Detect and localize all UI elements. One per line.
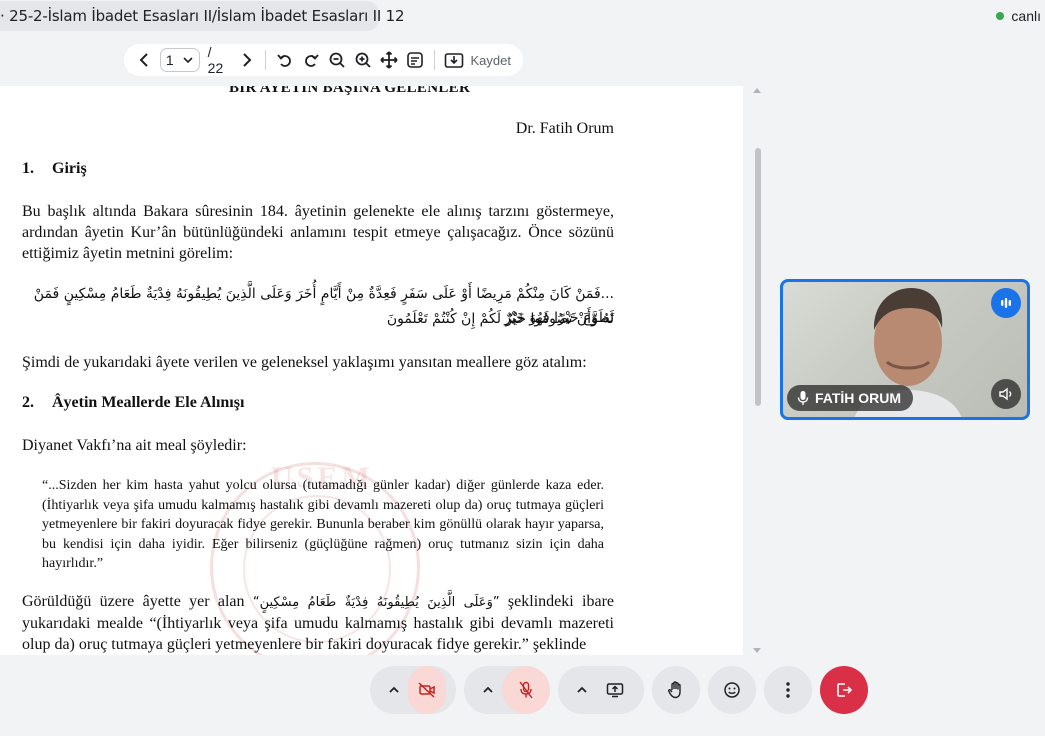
fit-page-button[interactable] (402, 46, 428, 74)
prev-page-button[interactable] (132, 46, 158, 74)
scroll-up-arrow-icon[interactable] (753, 88, 761, 93)
live-label: canlı (1011, 8, 1041, 24)
share-options-chevron-icon (577, 686, 587, 693)
mic-options-chevron-icon (483, 686, 493, 693)
camera-toggle-button[interactable] (408, 666, 446, 714)
audio-level-icon (1001, 298, 1011, 308)
page-current: 1 (165, 52, 174, 68)
section-heading-2: 2. Âyetin Meallerde Ele Alınışı (22, 394, 244, 412)
camera-control-group (370, 666, 456, 714)
document-author: Dr. Fatih Orum (515, 120, 614, 137)
toolbar-divider (433, 50, 435, 70)
download-icon (445, 53, 464, 68)
page-select[interactable]: 1 (159, 48, 200, 72)
more-options-icon (786, 682, 790, 698)
pdf-toolbar: 1 / 22 Kaydet (124, 44, 523, 76)
share-control-group (558, 666, 644, 714)
paragraph-4: Görüldüğü üzere âyette yer alan “وَعَلَى… (22, 591, 614, 655)
speaking-indicator (991, 288, 1021, 318)
move-icon (380, 51, 398, 69)
meeting-title-bar: · 25-2-İslam İbadet Esasları II/İslam İb… (0, 1, 405, 31)
meal-quote: “...Sizden her kim hasta yahut yolcu olu… (42, 478, 604, 571)
mic-control-group (464, 666, 550, 714)
section-title: Âyetin Meallerde Ele Alınışı (52, 394, 245, 411)
page-total: / 22 (207, 44, 224, 76)
leave-call-icon (837, 683, 853, 697)
paragraph-4-start: Görüldüğü üzere âyette yer alan (22, 593, 253, 610)
rotate-right-button[interactable] (298, 46, 324, 74)
rotate-left-icon (277, 54, 291, 67)
mic-icon (797, 391, 809, 405)
participant-name-tag: FATİH ORUM (787, 385, 914, 411)
section-number: 1. (22, 160, 34, 177)
emoji-button[interactable] (708, 666, 756, 714)
camera-options-chevron-icon (389, 686, 399, 693)
scroll-thumb[interactable] (755, 148, 761, 406)
paragraph-2: Şimdi de yukarıdaki âyete verilen ve gel… (22, 354, 587, 371)
arabic-verse-line-2: لَهُ وَأَنْ تَصُومُوا خَيْرٌ لَكُمْ إِنْ… (386, 311, 614, 327)
live-indicator: canlı (996, 8, 1041, 24)
volume-icon (999, 387, 1012, 401)
paragraph-1: Bu başlık altında Bakara sûresinin 184. … (22, 203, 614, 262)
chevron-left-icon (139, 53, 148, 67)
zoom-out-icon (329, 52, 345, 68)
paragraph-3: Diyanet Vakfı’na ait meal şöyledir: (22, 437, 247, 454)
leave-call-button[interactable] (820, 666, 868, 714)
chevron-right-icon (243, 53, 252, 67)
volume-button[interactable] (991, 379, 1021, 409)
save-button[interactable]: Kaydet (440, 51, 514, 69)
pdf-page: USEM BIR AYETIN BAŞINA GELENLER Dr. Fati… (0, 86, 743, 655)
section-title: Giriş (52, 160, 87, 177)
share-screen-icon (606, 683, 624, 698)
zoom-out-button[interactable] (324, 46, 350, 74)
paragraph-4-arabic: “وَعَلَى الَّذِينَ يُطِيقُونَهُ فِدْيَةٌ… (252, 595, 500, 610)
rotate-left-button[interactable] (272, 46, 298, 74)
meeting-title: · 25-2-İslam İbadet Esasları II/İslam İb… (0, 7, 405, 25)
rotate-right-icon (305, 54, 319, 67)
live-dot-icon (996, 12, 1005, 20)
move-button[interactable] (376, 46, 402, 74)
participant-name: FATİH ORUM (815, 390, 902, 406)
raise-hand-icon (668, 681, 681, 699)
zoom-in-button[interactable] (350, 46, 376, 74)
raise-hand-button[interactable] (652, 666, 700, 714)
next-page-button[interactable] (233, 46, 259, 74)
camera-off-icon (418, 682, 435, 698)
section-number: 2. (22, 394, 34, 411)
save-label: Kaydet (470, 52, 511, 68)
document-heading: BIR AYETIN BAŞINA GELENLER (229, 86, 471, 96)
share-screen-button[interactable] (596, 666, 634, 714)
toolbar-divider (265, 50, 267, 70)
chevron-down-icon (183, 57, 193, 64)
zoom-in-icon (355, 52, 371, 68)
pdf-scrollbar[interactable] (749, 86, 767, 655)
participant-video-tile[interactable]: FATİH ORUM (780, 279, 1030, 420)
more-options-button[interactable] (764, 666, 812, 714)
mic-toggle-button[interactable] (502, 666, 550, 714)
mic-off-icon (519, 681, 533, 699)
emoji-icon (724, 682, 740, 698)
scroll-down-arrow-icon[interactable] (753, 648, 761, 653)
section-heading-1: 1. Giriş (22, 160, 87, 178)
fit-page-icon (406, 52, 423, 68)
meeting-controls (0, 660, 1045, 722)
